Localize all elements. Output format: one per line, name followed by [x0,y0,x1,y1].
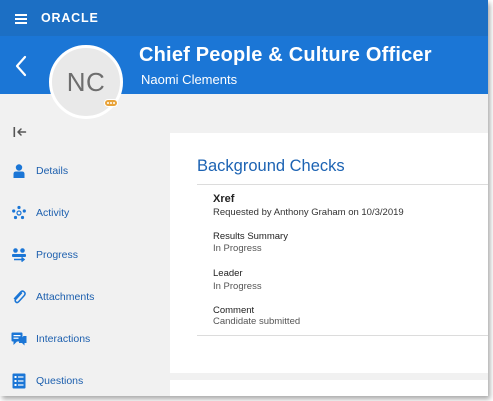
hamburger-menu-icon[interactable] [15,14,27,24]
sidebar-item-label: Details [36,165,69,177]
page-title: Chief People & Culture Officer [139,44,432,66]
background-checks-card: Background Checks Xref Requested by Anth… [170,133,488,373]
sidebar-item-questions[interactable]: Questions [0,366,160,396]
sidebar-item-attachments[interactable]: Attachments [0,282,160,312]
divider [197,184,488,185]
status-badge-icon [104,99,118,107]
app-window: ORACLE Chief People & Culture Officer Na… [0,0,488,396]
sidebar-item-progress[interactable]: Progress [0,240,160,270]
requested-by-text: Requested by Anthony Graham on 10/3/2019 [213,207,404,218]
sidebar-item-label: Questions [36,375,84,387]
check-name: Xref [213,193,235,205]
paperclip-icon [13,290,26,304]
interactions-icon [11,332,27,346]
comment-value: Candidate submitted [213,316,301,327]
collapse-sidebar-icon[interactable] [13,126,27,138]
section-title: Background Checks [197,157,345,175]
leader-label: Leader [213,268,243,279]
back-icon[interactable] [12,54,32,78]
sidebar-item-label: Attachments [36,291,95,303]
next-card [170,380,488,396]
leader-value: In Progress [213,281,262,292]
sidebar-item-label: Interactions [36,333,91,345]
sidebar-item-interactions[interactable]: Interactions [0,324,160,354]
avatar: NC [49,45,123,119]
sidebar-item-details[interactable]: Details [0,156,160,186]
candidate-name: Naomi Clements [141,72,238,87]
person-icon [13,164,25,178]
avatar-initials: NC [66,66,106,97]
activity-icon [12,205,26,220]
sidebar-item-label: Progress [36,249,79,261]
progress-icon [12,248,26,263]
comment-label: Comment [213,305,255,316]
sidebar-item-activity[interactable]: Activity [0,198,160,228]
sidebar-item-label: Activity [36,207,70,219]
questions-icon [12,373,26,389]
results-summary-value: In Progress [213,243,262,254]
results-summary-label: Results Summary [213,231,288,242]
divider [197,335,488,336]
top-bar: ORACLE [0,0,488,36]
oracle-logo: ORACLE [41,11,99,25]
